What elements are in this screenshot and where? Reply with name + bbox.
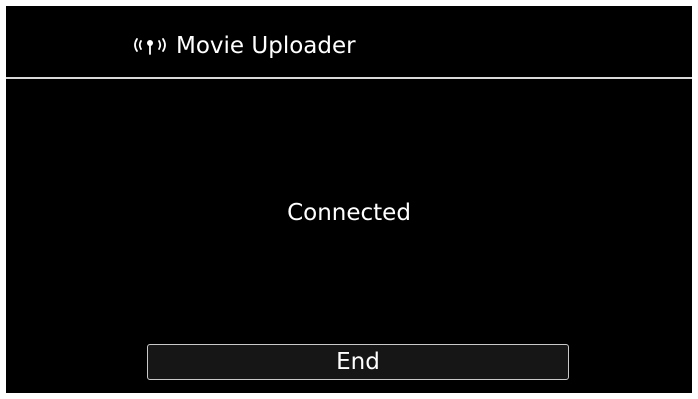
end-button[interactable]: End [147, 344, 569, 380]
title-row: Movie Uploader [130, 32, 356, 60]
header-bar: Movie Uploader [6, 6, 692, 79]
camera-screen: Movie Uploader Connected End [6, 6, 692, 393]
page-title: Movie Uploader [176, 33, 356, 59]
connection-status: Connected [287, 200, 411, 226]
wifi-antenna-icon [130, 36, 170, 56]
